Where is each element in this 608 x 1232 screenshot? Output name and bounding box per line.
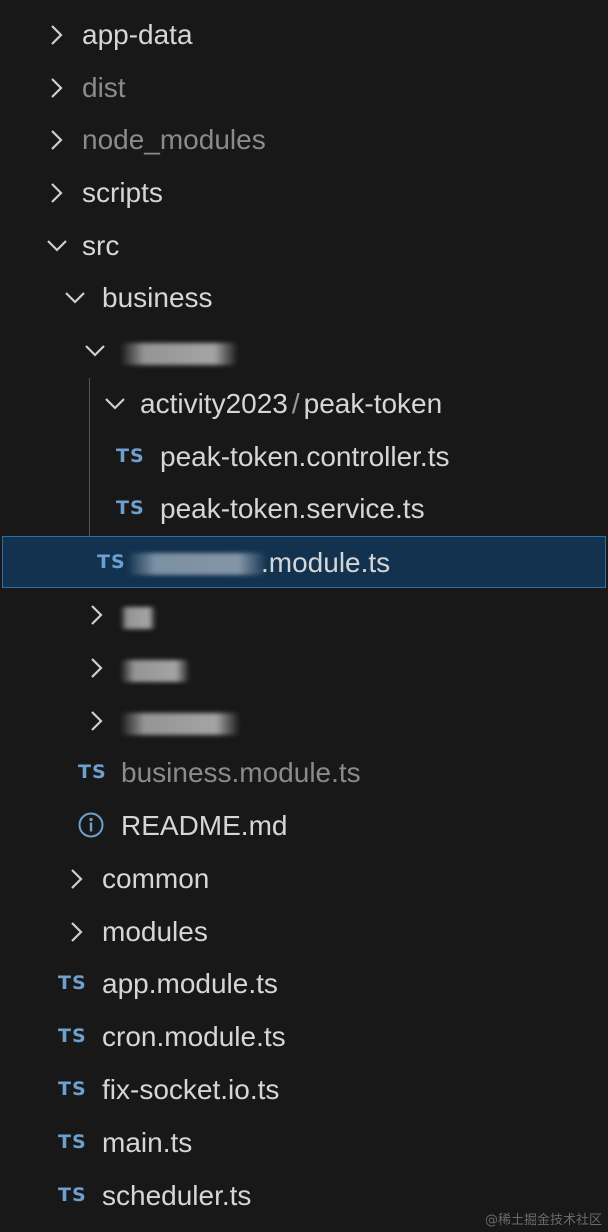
tree-item-label: app.module.ts [102, 968, 278, 999]
tree-item-label: business.module.ts [121, 757, 361, 788]
chevron-right-icon[interactable] [44, 167, 70, 219]
typescript-file-icon: TS [58, 1025, 87, 1047]
chevron-right-icon[interactable] [44, 9, 70, 61]
chevron-right-icon[interactable] [84, 695, 110, 747]
tree-item-label: app-data [82, 19, 193, 50]
tree-item-label: src [82, 230, 120, 261]
tree-item-label: node_modules [82, 124, 266, 155]
tree-item-src[interactable]: src [0, 220, 608, 272]
compact-folder-separator: / [291, 388, 300, 419]
redacted-label [120, 660, 190, 682]
tree-item-label: scheduler.ts [102, 1180, 252, 1211]
typescript-file-icon: TS [58, 1184, 87, 1206]
typescript-file-icon: TS [58, 1131, 87, 1153]
info-icon [78, 812, 104, 838]
tree-item-modules[interactable]: modules [0, 906, 608, 958]
tree-item-label: cron.module.ts [102, 1021, 286, 1052]
watermark: @稀土掘金技术社区 [484, 1213, 602, 1228]
tree-item-peak-token-controller[interactable]: TS peak-token.controller.ts [0, 431, 608, 483]
tree-item-label: modules [102, 916, 208, 947]
tree-item-label: README.md [121, 810, 288, 841]
tree-item-label: fix-socket.io.ts [102, 1074, 280, 1105]
tree-item-label: .module.ts [261, 547, 391, 578]
compact-folder-part[interactable]: peak-token [304, 388, 443, 419]
redacted-label [127, 553, 267, 575]
tree-item-obscured-folder[interactable] [0, 589, 608, 641]
tree-item-selected-module[interactable]: TS .module.ts [2, 536, 606, 588]
chevron-down-icon[interactable] [62, 272, 88, 324]
redacted-label [120, 713, 240, 735]
chevron-right-icon[interactable] [64, 853, 90, 905]
typescript-file-icon: TS [58, 972, 87, 994]
tree-item-peak-token-service[interactable]: TS peak-token.service.ts [0, 483, 608, 535]
chevron-down-icon[interactable] [102, 378, 128, 430]
tree-item-label: main.ts [102, 1127, 193, 1158]
tree-item-scripts[interactable]: scripts [0, 167, 608, 219]
typescript-file-icon: TS [116, 497, 145, 519]
chevron-right-icon[interactable] [64, 906, 90, 958]
tree-item-label: business [102, 282, 213, 313]
compact-folder-part[interactable]: activity2023 [140, 388, 288, 419]
tree-item-obscured-folder[interactable] [0, 695, 608, 747]
tree-item-label: activity2023/peak-token [140, 378, 442, 430]
redacted-label [120, 607, 156, 629]
tree-item-label: dist [82, 72, 126, 103]
chevron-down-icon[interactable] [82, 325, 108, 377]
tree-item-business[interactable]: business [0, 272, 608, 324]
tree-item-dist[interactable]: dist [0, 62, 608, 114]
chevron-right-icon[interactable] [44, 62, 70, 114]
typescript-file-icon: TS [58, 1078, 87, 1100]
tree-item-fix-socket-io[interactable]: TS fix-socket.io.ts [0, 1064, 608, 1116]
tree-item-label: common [102, 863, 210, 894]
tree-item-readme[interactable]: README.md [0, 800, 608, 852]
tree-item-label: peak-token.service.ts [160, 493, 425, 524]
typescript-file-icon: TS [116, 445, 145, 467]
tree-item-label: peak-token.controller.ts [160, 441, 450, 472]
typescript-file-icon: TS [97, 551, 126, 573]
tree-item-obscured-folder[interactable] [0, 642, 608, 694]
tree-item-main[interactable]: TS main.ts [0, 1117, 608, 1169]
tree-item-cron-module[interactable]: TS cron.module.ts [0, 1011, 608, 1063]
tree-item-app-module[interactable]: TS app.module.ts [0, 958, 608, 1010]
tree-item-node-modules[interactable]: node_modules [0, 114, 608, 166]
tree-item-common[interactable]: common [0, 853, 608, 905]
tree-item-activity2023-peak-token[interactable]: activity2023/peak-token [0, 378, 608, 430]
tree-item-label: scripts [82, 177, 163, 208]
chevron-right-icon[interactable] [84, 642, 110, 694]
tree-item-obscured-folder[interactable] [0, 325, 608, 377]
redacted-label [120, 343, 238, 365]
typescript-file-icon: TS [78, 761, 107, 783]
tree-item-app-data[interactable]: app-data [0, 9, 608, 61]
tree-item-business-module[interactable]: TS business.module.ts [0, 747, 608, 799]
chevron-down-icon[interactable] [44, 220, 70, 272]
chevron-right-icon[interactable] [44, 114, 70, 166]
chevron-right-icon[interactable] [84, 589, 110, 641]
